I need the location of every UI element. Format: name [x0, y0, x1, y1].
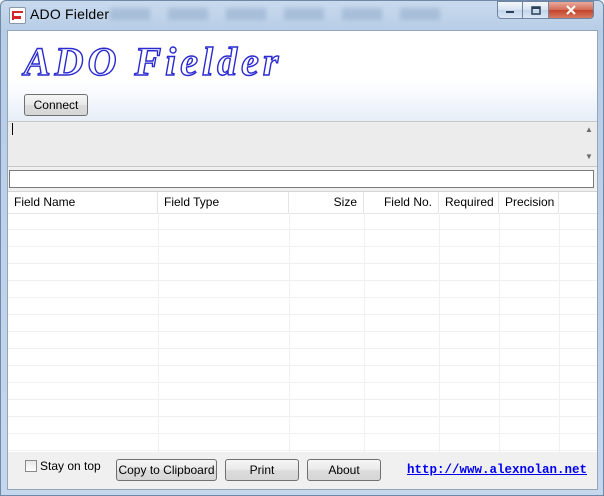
table-header: Field Name Field Type Size Field No. Req… — [8, 192, 597, 214]
scroll-up-icon[interactable]: ▲ — [585, 125, 593, 134]
close-button[interactable] — [549, 1, 594, 19]
website-link[interactable]: http://www.alexnolan.net — [407, 463, 587, 477]
copy-to-clipboard-button[interactable]: Copy to Clipboard — [116, 459, 217, 481]
connection-string-memo[interactable]: ▲ ▼ — [8, 121, 597, 167]
query-input[interactable] — [9, 170, 594, 188]
table-row — [8, 400, 597, 417]
table-row — [8, 230, 597, 247]
client-area: ADO Fielder Connect ▲ ▼ Field Name Field… — [7, 30, 598, 490]
logo-text: ADO Fielder — [21, 39, 282, 84]
column-size[interactable]: Size — [289, 192, 364, 213]
app-icon[interactable] — [9, 7, 26, 24]
table-row — [8, 247, 597, 264]
column-field-no[interactable]: Field No. — [364, 192, 439, 213]
about-button[interactable]: About — [307, 459, 381, 481]
column-field-name[interactable]: Field Name — [8, 192, 158, 213]
maximize-button[interactable] — [523, 1, 549, 19]
table-row — [8, 434, 597, 451]
fields-table[interactable]: Field Name Field Type Size Field No. Req… — [8, 191, 597, 452]
blurred-title-area — [110, 8, 440, 20]
table-row — [8, 417, 597, 434]
title-bar[interactable]: ADO Fielder — [0, 0, 604, 30]
minimize-icon — [506, 11, 514, 13]
table-row — [8, 366, 597, 383]
table-row — [8, 315, 597, 332]
connect-button[interactable]: Connect — [24, 94, 88, 116]
window-title: ADO Fielder — [30, 6, 110, 22]
column-required[interactable]: Required — [439, 192, 499, 213]
caption-buttons — [497, 1, 594, 20]
table-row — [8, 349, 597, 366]
footer-bar: Stay on top Copy to Clipboard Print Abou… — [8, 451, 597, 489]
table-row — [8, 213, 597, 230]
column-precision[interactable]: Precision — [499, 192, 559, 213]
memo-scrollbar[interactable]: ▲ ▼ — [581, 122, 597, 166]
stay-on-top-checkbox[interactable] — [25, 460, 37, 472]
ado-fielder-logo: ADO Fielder — [20, 38, 282, 84]
minimize-button[interactable] — [497, 1, 523, 19]
table-row — [8, 298, 597, 315]
scroll-down-icon[interactable]: ▼ — [585, 152, 593, 161]
table-row — [8, 264, 597, 281]
maximize-icon — [530, 5, 541, 15]
stay-on-top-option[interactable]: Stay on top — [25, 459, 101, 473]
close-icon — [566, 5, 576, 15]
table-row — [8, 383, 597, 400]
text-caret — [12, 123, 13, 135]
table-row — [8, 281, 597, 298]
column-field-type[interactable]: Field Type — [158, 192, 289, 213]
table-row — [8, 332, 597, 349]
stay-on-top-label: Stay on top — [40, 459, 101, 473]
banner: ADO Fielder Connect — [8, 31, 597, 121]
print-button[interactable]: Print — [225, 459, 299, 481]
